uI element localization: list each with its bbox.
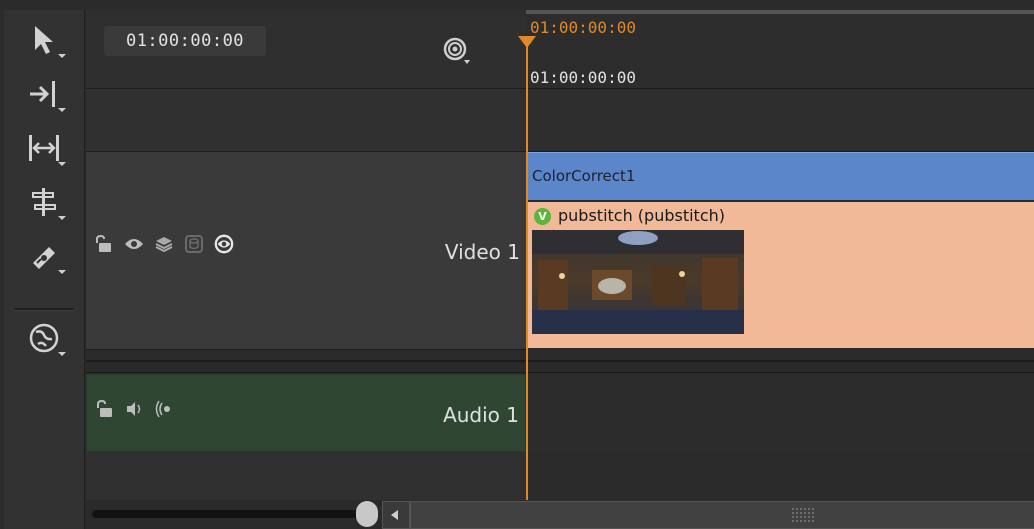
pointer-tool-button[interactable] (22, 20, 66, 60)
clip-thumbnail (532, 230, 744, 334)
chevron-down-icon (58, 108, 66, 112)
video-track-label: Video 1 (444, 240, 520, 264)
ruler-start-timecode: 01:00:00:00 (530, 68, 636, 87)
video-track-lane[interactable]: ColorCorrect1 V pubstitch (pubstitch) (526, 152, 1034, 349)
audio-track-controls (95, 399, 175, 419)
ruler-top-line (526, 10, 1034, 14)
empty-lane-area (526, 452, 1034, 500)
scroll-left-button[interactable] (382, 501, 410, 529)
snap-toggle-button[interactable] (442, 36, 472, 66)
audio-track-header[interactable]: Audio 1 (86, 374, 526, 452)
chevron-down-icon (58, 162, 66, 166)
playhead-line[interactable] (526, 40, 528, 500)
chevron-down-icon (58, 54, 66, 58)
empty-track-lane (526, 89, 1034, 152)
empty-header-area (86, 452, 526, 500)
track-divider[interactable] (86, 350, 1034, 373)
audio-track-lane[interactable] (526, 374, 1034, 453)
video-badge-icon: V (534, 208, 551, 225)
media-clip[interactable]: V pubstitch (pubstitch) (528, 202, 1034, 348)
eye-icon[interactable] (124, 234, 144, 254)
track-forward-tool-button[interactable] (22, 74, 66, 114)
razor-tool-button[interactable] (22, 236, 66, 276)
target-icon (443, 37, 470, 64)
zoom-slider-handle[interactable] (356, 501, 378, 527)
video-track-controls (94, 234, 234, 254)
speaker-icon[interactable] (125, 399, 145, 419)
color-correct-clip[interactable]: ColorCorrect1 (528, 152, 1034, 200)
slip-tool-button[interactable] (22, 182, 66, 222)
audio-track-label: Audio 1 (443, 403, 519, 427)
globe-tool-button[interactable] (22, 318, 66, 358)
radio-waves-icon[interactable] (155, 399, 175, 419)
pointer-icon (35, 26, 53, 54)
scrollbar-grip-icon (791, 507, 815, 523)
timeline-ruler[interactable]: 01:00:00:00 01:00:00:00 (526, 10, 1034, 89)
layers-icon[interactable] (154, 234, 174, 254)
lock-icon[interactable] (94, 234, 114, 254)
zoom-slider-track[interactable] (92, 510, 372, 518)
playhead-handle[interactable] (518, 36, 536, 48)
empty-track-header (86, 89, 526, 152)
timeline-scroll-bar (86, 500, 1034, 529)
slip-icon (32, 188, 56, 216)
globe-icon (29, 323, 59, 353)
chevron-down-icon (58, 216, 66, 220)
lock-icon[interactable] (95, 399, 115, 419)
ruler-playhead-timecode: 01:00:00:00 (530, 18, 636, 37)
tool-separator (14, 308, 74, 311)
timecode-display[interactable]: 01:00:00:00 (104, 26, 266, 56)
media-clip-label: pubstitch (pubstitch) (558, 206, 726, 225)
disk-icon[interactable] (184, 234, 204, 254)
track-divider-line (86, 360, 1034, 362)
video-track-header[interactable]: Video 1 (86, 152, 526, 350)
chevron-down-icon (58, 270, 66, 274)
ripple-trim-tool-button[interactable] (22, 128, 66, 168)
horizontal-scrollbar[interactable] (410, 501, 1034, 529)
blend-icon[interactable] (214, 234, 234, 254)
arrow-to-line-icon (30, 81, 55, 107)
effect-clip-label: ColorCorrect1 (532, 167, 636, 185)
ripple-icon (29, 135, 59, 161)
timeline-header: 01:00:00:00 (86, 10, 526, 89)
tool-strip (4, 10, 85, 529)
timeline-window: 01:00:00:00 01:00:00:00 01:00:00:00 Vide… (0, 0, 1034, 529)
chevron-down-icon (58, 352, 66, 356)
razor-icon (33, 247, 55, 269)
